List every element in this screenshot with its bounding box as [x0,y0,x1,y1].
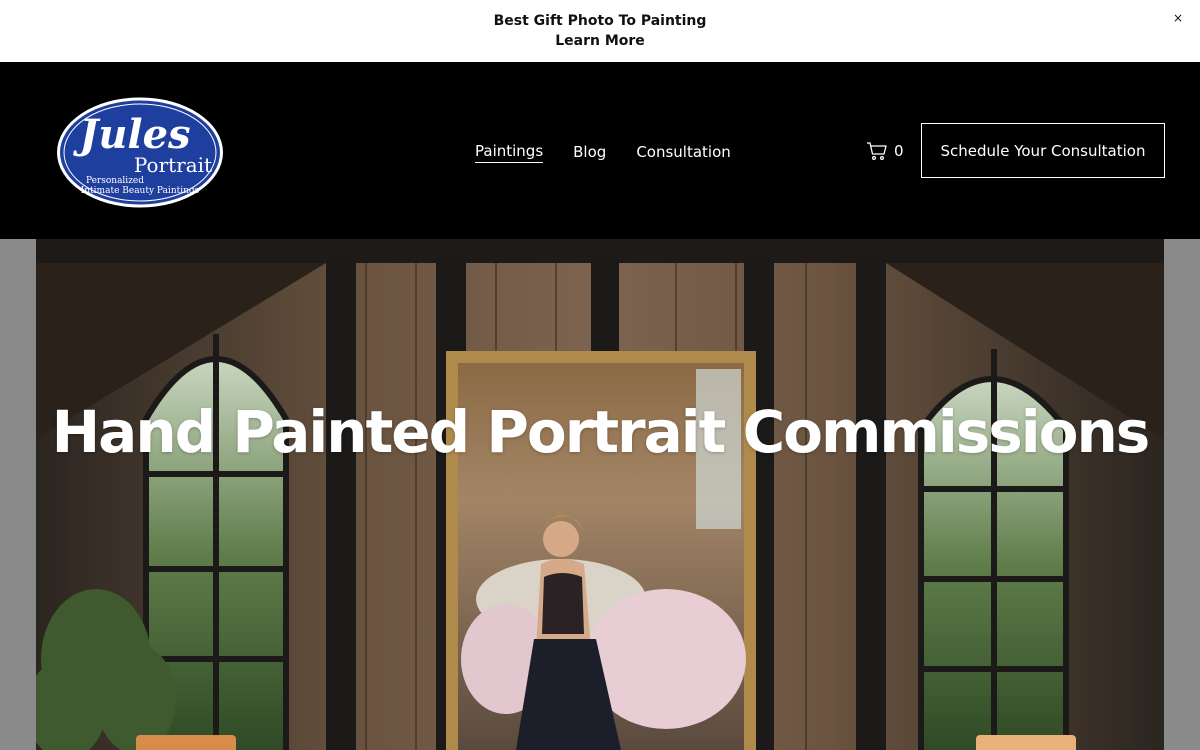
nav-item-consultation[interactable]: Consultation [636,142,730,163]
logo-tagline-1: Personalized [86,176,144,186]
nav-item-paintings[interactable]: Paintings [475,141,544,163]
logo-badge: Jules Portrait Personalized Intimate Bea… [57,97,223,208]
announcement-bar: Best Gift Photo To Painting Learn More × [0,0,1200,62]
cart-icon [867,142,887,161]
cart-button[interactable]: 0 [866,139,904,163]
main-nav: Paintings Blog Consultation [475,140,731,164]
site-header: Jules Portrait Personalized Intimate Bea… [0,62,1200,239]
hero-title: Hand Painted Portrait Commissions [51,398,1151,466]
schedule-consultation-button[interactable]: Schedule Your Consultation [921,123,1165,178]
close-icon[interactable]: × [1170,10,1186,26]
announcement-text[interactable]: Best Gift Photo To Painting Learn More [0,11,1200,51]
announcement-learn-more-link[interactable]: Learn More [0,31,1200,51]
nav-item-blog[interactable]: Blog [573,142,606,163]
hero-background-image [36,239,1164,750]
logo-subtitle: Portrait [134,153,212,177]
logo-tagline-2: Intimate Beauty Paintings [81,186,200,196]
hero-section: Hand Painted Portrait Commissions [36,239,1164,750]
site-logo[interactable]: Jules Portrait Personalized Intimate Bea… [55,96,225,209]
logo-name: Jules [72,111,190,158]
announcement-headline[interactable]: Best Gift Photo To Painting [0,11,1200,31]
cart-count: 0 [894,142,904,160]
